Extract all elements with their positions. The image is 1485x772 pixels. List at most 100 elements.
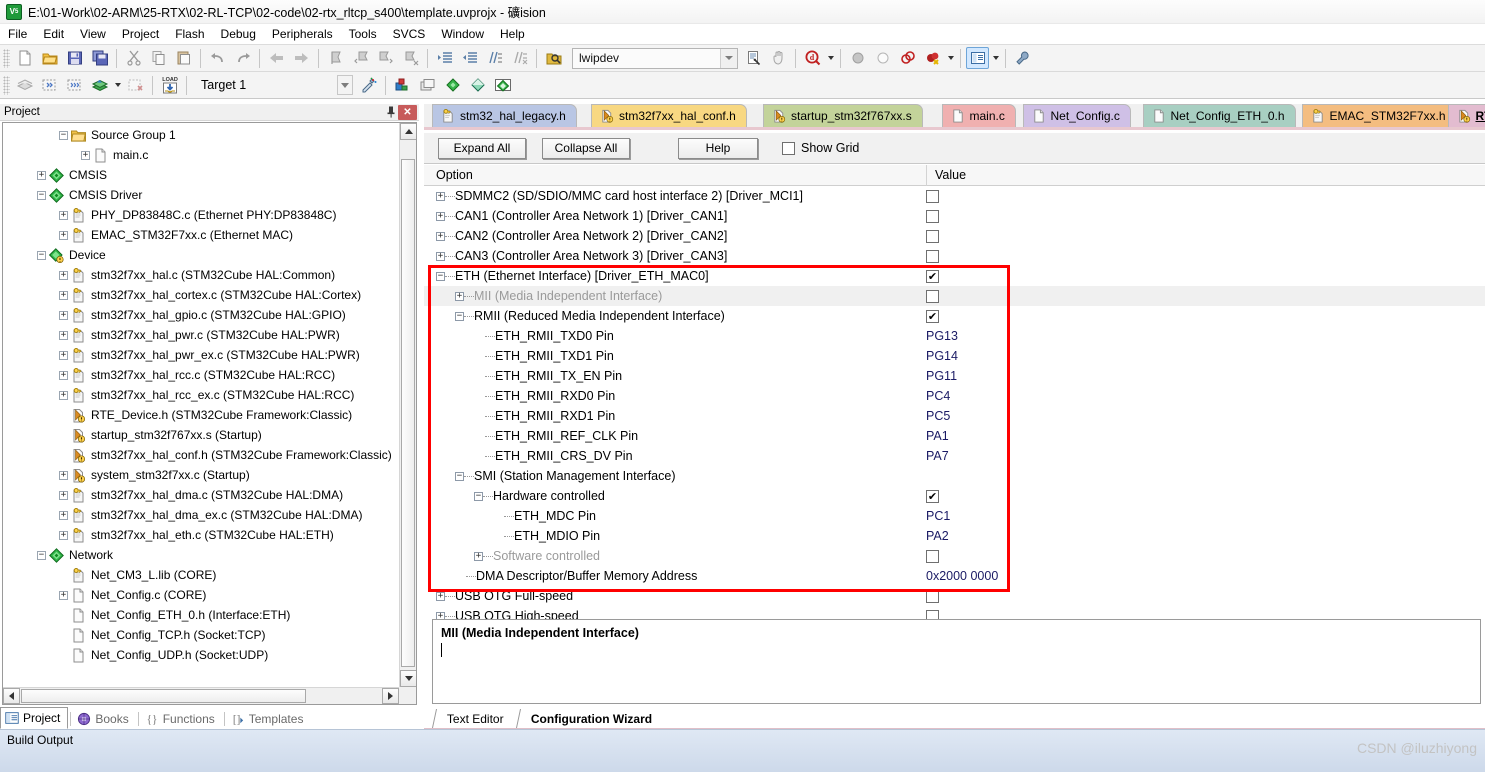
wizard-value-cell[interactable]: PC5 xyxy=(926,406,950,426)
project-tree-item[interactable]: Net_Config_UDP.h (Socket:UDP) xyxy=(3,645,399,665)
project-tree-item[interactable]: Net_Config_ETH_0.h (Interface:ETH) xyxy=(3,605,399,625)
wizard-option-row[interactable]: ETH_RMII_CRS_DV Pin PA7 xyxy=(424,446,1485,466)
save-all-button[interactable] xyxy=(88,47,111,69)
expand-toggle-icon[interactable]: + xyxy=(59,350,68,360)
scroll-down-arrow[interactable] xyxy=(400,670,416,687)
wizard-option-row[interactable]: + CAN1 (Controller Area Network 1) [Drive… xyxy=(424,206,1485,226)
editor-tab-rte-device-h[interactable]: RTE_Device.h xyxy=(1447,104,1485,127)
wizard-option-row[interactable]: + USB OTG High-speed xyxy=(424,606,1485,619)
wizard-option-row[interactable]: ETH_RMII_TXD1 Pin PG14 xyxy=(424,346,1485,366)
wizard-value-text[interactable]: PG11 xyxy=(926,369,957,383)
find-next-button[interactable] xyxy=(742,47,765,69)
expand-toggle-icon[interactable]: + xyxy=(436,211,445,221)
target-dropdown-arrow[interactable] xyxy=(337,75,353,95)
bookmark-prev-button[interactable] xyxy=(349,47,372,69)
expand-toggle-icon[interactable]: + xyxy=(436,251,445,261)
expand-toggle-icon[interactable]: + xyxy=(436,611,445,619)
project-tree-item[interactable]: + stm32f7xx_hal_dma_ex.c (STM32Cube HAL:D… xyxy=(3,505,399,525)
build-target-button[interactable] xyxy=(38,74,61,96)
manage-project-items-button[interactable] xyxy=(357,74,380,96)
project-tree-item[interactable]: + stm32f7xx_hal.c (STM32Cube HAL:Common) xyxy=(3,265,399,285)
wizard-value-text[interactable]: PA1 xyxy=(926,429,949,443)
collapse-toggle-icon[interactable]: − xyxy=(37,190,46,200)
wizard-value-cell[interactable] xyxy=(926,266,939,286)
indent-decrease-button[interactable] xyxy=(458,47,481,69)
debug-start-button[interactable]: d xyxy=(801,47,824,69)
scroll-left-arrow[interactable] xyxy=(3,688,20,704)
project-tree-item[interactable]: + stm32f7xx_hal_eth.c (STM32Cube HAL:ETH) xyxy=(3,525,399,545)
project-tree-hscrollbar[interactable] xyxy=(3,687,399,704)
bookmark-clear-button[interactable] xyxy=(399,47,422,69)
wizard-value-cell[interactable]: PG11 xyxy=(926,366,957,386)
project-panel-tab-templates[interactable]: [] Templates xyxy=(227,708,311,729)
breakpoint-kill-all-button[interactable] xyxy=(921,47,944,69)
expand-toggle-icon[interactable]: + xyxy=(59,330,68,340)
menu-window[interactable]: Window xyxy=(433,25,492,43)
wizard-value-checkbox[interactable] xyxy=(926,589,939,603)
paste-button[interactable] xyxy=(172,47,195,69)
help-button[interactable]: Help xyxy=(678,137,758,159)
wizard-value-cell[interactable] xyxy=(926,486,939,506)
wizard-option-row[interactable]: ETH_RMII_TXD0 Pin PG13 xyxy=(424,326,1485,346)
stop-build-button[interactable] xyxy=(124,74,147,96)
menu-tools[interactable]: Tools xyxy=(341,25,385,43)
breakpoint-disable-all-button[interactable] xyxy=(896,47,919,69)
project-tree-item[interactable]: startup_stm32f767xx.s (Startup) xyxy=(3,425,399,445)
wizard-option-list[interactable]: + SDMMC2 (SD/SDIO/MMC card host interface… xyxy=(424,186,1485,619)
project-panel-tab-project[interactable]: Project xyxy=(0,707,69,729)
wizard-option-row[interactable]: + USB OTG Full-speed xyxy=(424,586,1485,606)
expand-toggle-icon[interactable]: + xyxy=(436,191,445,201)
expand-toggle-icon[interactable]: + xyxy=(59,270,68,280)
wizard-option-row[interactable]: ETH_RMII_RXD0 Pin PC4 xyxy=(424,386,1485,406)
navigate-back-button[interactable] xyxy=(265,47,288,69)
editor-mode-tab-text-editor[interactable]: Text Editor xyxy=(431,709,518,728)
rebuild-all-button[interactable] xyxy=(63,74,86,96)
expand-toggle-icon[interactable]: + xyxy=(59,370,68,380)
wizard-option-row[interactable]: DMA Descriptor/Buffer Memory Address 0x20… xyxy=(424,566,1485,586)
cut-button[interactable] xyxy=(122,47,145,69)
expand-toggle-icon[interactable]: + xyxy=(59,590,68,600)
wizard-option-row[interactable]: ETH_RMII_RXD1 Pin PC5 xyxy=(424,406,1485,426)
toolbar-grip[interactable] xyxy=(3,75,10,95)
show-grid-checkbox-group[interactable]: Show Grid xyxy=(782,141,859,155)
wizard-value-checkbox[interactable] xyxy=(926,229,939,243)
configure-button[interactable] xyxy=(1011,47,1034,69)
wizard-value-checkbox[interactable] xyxy=(926,489,939,503)
project-tree-item[interactable]: − Device xyxy=(3,245,399,265)
wizard-value-cell[interactable]: PA7 xyxy=(926,446,949,466)
close-icon[interactable]: ✕ xyxy=(398,104,417,120)
incremental-find-button[interactable] xyxy=(767,47,790,69)
expand-all-button[interactable]: Expand All xyxy=(438,137,526,159)
expand-toggle-icon[interactable]: + xyxy=(59,390,68,400)
breakpoint-disable-button[interactable] xyxy=(871,47,894,69)
undo-button[interactable] xyxy=(206,47,229,69)
wizard-option-row[interactable]: − RMII (Reduced Media Independent Interfa… xyxy=(424,306,1485,326)
expand-toggle-icon[interactable]: + xyxy=(59,290,68,300)
wizard-option-row[interactable]: + CAN3 (Controller Area Network 3) [Drive… xyxy=(424,246,1485,266)
select-software-packs-button[interactable] xyxy=(416,74,439,96)
project-tree-item[interactable]: + CMSIS xyxy=(3,165,399,185)
project-tree-item[interactable]: + PHY_DP83848C.c (Ethernet PHY:DP83848C) xyxy=(3,205,399,225)
wizard-option-row[interactable]: + Software controlled xyxy=(424,546,1485,566)
collapse-toggle-icon[interactable]: − xyxy=(455,311,464,321)
batch-build-button[interactable] xyxy=(88,74,111,96)
expand-toggle-icon[interactable]: + xyxy=(436,591,445,601)
project-tree-item[interactable]: + stm32f7xx_hal_pwr.c (STM32Cube HAL:PWR) xyxy=(3,325,399,345)
copy-button[interactable] xyxy=(147,47,170,69)
manage-run-time-env-button[interactable] xyxy=(391,74,414,96)
editor-mode-tab-configuration-wizard[interactable]: Configuration Wizard xyxy=(515,709,666,728)
pin-icon[interactable] xyxy=(383,105,398,120)
wizard-value-cell[interactable] xyxy=(926,546,939,566)
wizard-value-cell[interactable] xyxy=(926,186,939,206)
project-tree-item[interactable]: + stm32f7xx_hal_cortex.c (STM32Cube HAL:C… xyxy=(3,285,399,305)
cmsis-pack-button[interactable] xyxy=(466,74,489,96)
redo-button[interactable] xyxy=(231,47,254,69)
wizard-value-cell[interactable] xyxy=(926,246,939,266)
collapse-toggle-icon[interactable]: − xyxy=(37,250,46,260)
wizard-value-cell[interactable]: PG14 xyxy=(926,346,958,366)
collapse-toggle-icon[interactable]: − xyxy=(37,550,46,560)
open-file-button[interactable] xyxy=(38,47,61,69)
project-panel-tab-books[interactable]: Books xyxy=(73,708,135,729)
project-tree-vscrollbar[interactable] xyxy=(399,123,416,687)
editor-tab-net-config-c[interactable]: Net_Config.c xyxy=(1022,104,1131,127)
